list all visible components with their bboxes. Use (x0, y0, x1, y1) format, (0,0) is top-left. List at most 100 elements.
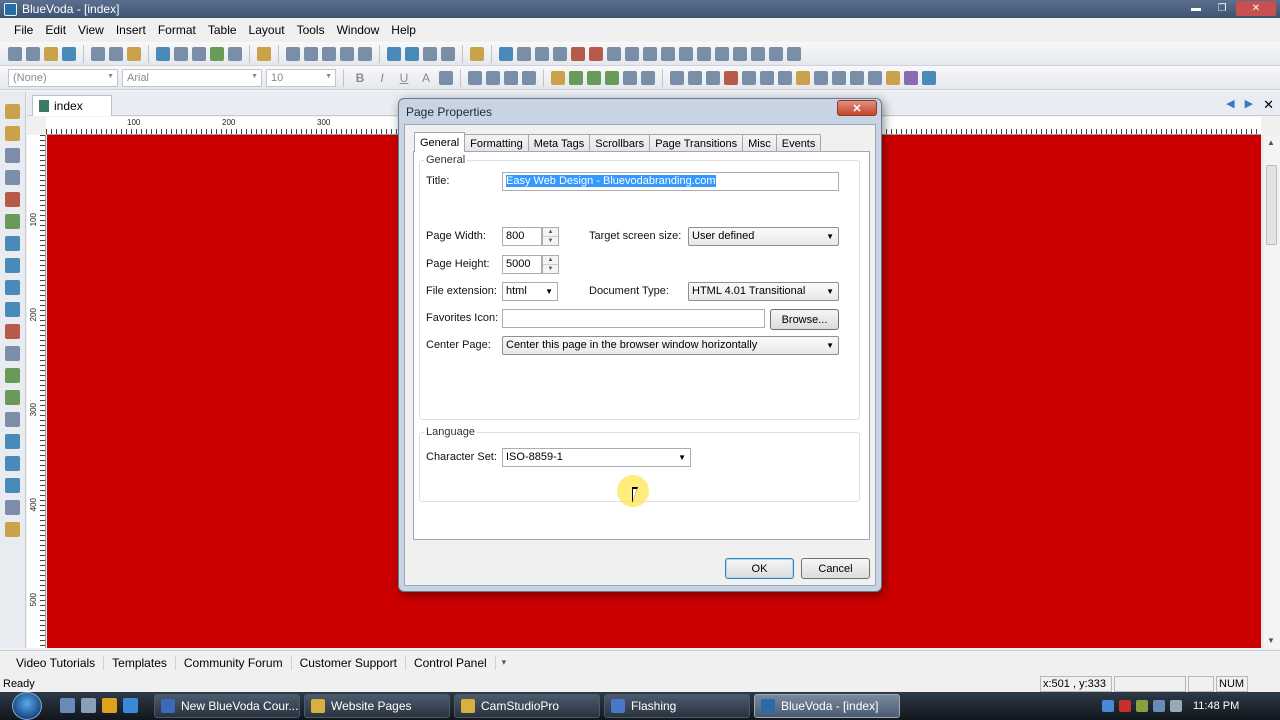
edit-box-icon[interactable] (304, 46, 318, 61)
show-desktop-icon[interactable] (60, 698, 75, 713)
tab-formatting[interactable]: Formatting (464, 134, 529, 152)
form-icon[interactable] (257, 46, 271, 61)
folder-icon[interactable] (886, 70, 900, 85)
scroll-up-icon[interactable]: ▲ (1267, 138, 1275, 147)
camera-icon[interactable] (5, 258, 20, 273)
more-links-icon[interactable]: ▾ (502, 657, 507, 668)
menu-tools[interactable]: Tools (291, 23, 331, 37)
paypal-icon[interactable] (5, 434, 20, 449)
background-color-icon[interactable] (439, 70, 453, 85)
video-tutorials-link[interactable]: Video Tutorials (8, 655, 105, 670)
open-folder-icon[interactable] (44, 46, 58, 61)
checkbox-icon[interactable] (340, 46, 354, 61)
sitemap-icon[interactable] (5, 148, 20, 163)
control-panel-link[interactable]: Control Panel (406, 655, 496, 670)
rss-icon[interactable] (796, 70, 810, 85)
justify-icon[interactable] (522, 70, 536, 85)
document-type-select[interactable]: HTML 4.01 Transitional ▼ (688, 282, 839, 301)
line-tool-icon[interactable] (535, 46, 549, 61)
new-from-template-icon[interactable] (26, 46, 40, 61)
insert-table-icon[interactable] (589, 46, 603, 61)
youtube-icon[interactable] (5, 324, 20, 339)
tools-icon[interactable] (5, 192, 20, 207)
distribute-icon[interactable] (715, 46, 729, 61)
bold-button[interactable]: B (351, 71, 369, 85)
chart-icon[interactable] (922, 70, 936, 85)
new-page-icon[interactable] (8, 46, 22, 61)
align-left-icon[interactable] (468, 70, 482, 85)
spreadsheet-icon[interactable] (5, 170, 20, 185)
menu-layout[interactable]: Layout (243, 23, 291, 37)
select-arrow-icon[interactable] (499, 46, 513, 61)
menu-view[interactable]: View (72, 23, 110, 37)
tab-meta-tags[interactable]: Meta Tags (527, 134, 591, 152)
globe-icon[interactable] (5, 368, 20, 383)
font-size-select[interactable]: 10 (266, 68, 336, 87)
menu-insert[interactable]: Insert (110, 23, 152, 37)
ati-icon[interactable] (1119, 700, 1131, 712)
browse-button[interactable]: Browse... (770, 309, 839, 330)
file-extension-select[interactable]: html ▼ (502, 282, 558, 301)
window-icon[interactable] (868, 70, 882, 85)
inline-frame-icon[interactable] (814, 70, 828, 85)
arrange-icon[interactable] (769, 46, 783, 61)
font-color-button[interactable]: A (417, 71, 435, 85)
menu-file[interactable]: File (8, 23, 39, 37)
radio-button-icon[interactable] (358, 46, 372, 61)
grid-icon[interactable] (661, 46, 675, 61)
taskbar-button-active[interactable]: BlueVoda - [index] (754, 694, 900, 718)
size-icon[interactable] (733, 46, 747, 61)
dialog-close-button[interactable]: ✕ (837, 100, 877, 116)
menu-table[interactable]: Table (202, 23, 243, 37)
style-select[interactable]: (None) (8, 68, 118, 87)
customer-support-link[interactable]: Customer Support (292, 655, 406, 670)
text-tool-icon[interactable] (517, 46, 531, 61)
underline-button[interactable]: U (395, 71, 413, 85)
target-screen-size-select[interactable]: User defined ▼ (688, 227, 839, 246)
align-center-icon[interactable] (486, 70, 500, 85)
taskbar-button[interactable]: CamStudioPro (454, 694, 600, 718)
page-width-input[interactable]: 800 (502, 227, 542, 246)
page-height-input[interactable]: 5000 (502, 255, 542, 274)
anchor-icon[interactable] (641, 70, 655, 85)
preview-icon[interactable] (228, 46, 242, 61)
eraser-icon[interactable] (5, 126, 20, 141)
script-icon[interactable] (850, 70, 864, 85)
favorites-icon-input[interactable] (502, 309, 765, 328)
map-icon[interactable] (5, 390, 20, 405)
page-manager-icon[interactable] (5, 104, 20, 119)
font-select[interactable]: Arial (122, 68, 262, 87)
taskbar-button[interactable]: New BlueVoda Cour... (154, 694, 300, 718)
restore-button[interactable]: ❐ (1210, 1, 1234, 16)
center-page-select[interactable]: Center this page in the browser window h… (502, 336, 839, 355)
java-icon[interactable] (742, 70, 756, 85)
media-icon[interactable] (724, 70, 738, 85)
cut-icon[interactable] (91, 46, 105, 61)
character-set-select[interactable]: ISO-8859-1 ▼ (502, 448, 691, 467)
favorite-star-icon[interactable] (904, 70, 918, 85)
group-icon[interactable] (787, 46, 801, 61)
chat-icon[interactable] (5, 280, 20, 295)
camstudio-tray-icon[interactable] (1153, 700, 1165, 712)
bookmark-icon[interactable] (623, 70, 637, 85)
bullet-list-icon[interactable] (553, 46, 567, 61)
marker-icon[interactable] (5, 214, 20, 229)
network-icon[interactable] (1136, 700, 1148, 712)
publish-icon[interactable] (470, 46, 484, 61)
tab-next-icon[interactable]: ▶ (1245, 97, 1253, 113)
scroll-down-icon[interactable]: ▼ (1267, 636, 1275, 645)
image-icon[interactable] (387, 46, 401, 61)
text-field-icon[interactable] (286, 46, 300, 61)
menu-help[interactable]: Help (385, 23, 422, 37)
italic-button[interactable]: I (373, 71, 391, 85)
menu-window[interactable]: Window (331, 23, 386, 37)
date-icon[interactable] (778, 70, 792, 85)
internet-explorer-icon[interactable] (123, 698, 138, 713)
skype-icon[interactable] (5, 302, 20, 317)
start-button[interactable] (12, 692, 42, 720)
align-center-tool-icon[interactable] (697, 46, 711, 61)
textarea-icon[interactable] (322, 46, 336, 61)
tab-index[interactable]: index (32, 95, 112, 116)
templates-link[interactable]: Templates (104, 655, 176, 670)
clock[interactable]: 11:48 PM (1193, 700, 1239, 712)
